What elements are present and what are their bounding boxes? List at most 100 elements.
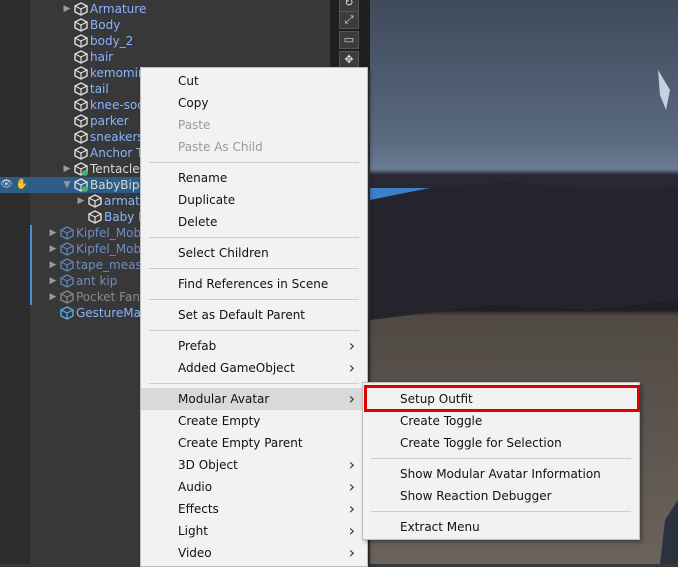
chevron-right-icon: › — [348, 358, 355, 377]
cube-icon — [74, 50, 88, 64]
menu-item-effects[interactable]: Effects › — [141, 498, 367, 520]
chevron-right-icon: › — [348, 521, 355, 540]
menu-separator — [149, 237, 359, 238]
menu-item-label: Rename — [178, 171, 228, 185]
menu-item-label: Delete — [178, 215, 218, 229]
menu-item-paste-as-child: Paste As Child — [141, 136, 367, 158]
cube-icon — [88, 210, 102, 224]
menu-item-label: Create Toggle — [400, 414, 483, 428]
triangle-right-icon[interactable]: ▼ — [62, 177, 72, 193]
menu-item-label: Create Empty — [178, 414, 261, 428]
hierarchy-row-label: ant kip — [76, 274, 118, 288]
menu-item-added-gameobject[interactable]: Added GameObject › — [141, 357, 367, 379]
hierarchy-row-label: parker — [90, 114, 129, 128]
hierarchy-row[interactable]: body_2 — [0, 33, 330, 49]
menu-item-label: Added GameObject — [178, 361, 295, 375]
cube-icon — [74, 82, 88, 96]
menu-item-label: Create Toggle for Selection — [400, 436, 562, 450]
menu-item-create-toggle[interactable]: Create Toggle — [363, 410, 639, 432]
menu-item-delete[interactable]: Delete — [141, 211, 367, 233]
menu-item-set-as-default-parent[interactable]: Set as Default Parent — [141, 304, 367, 326]
menu-item-create-empty-parent[interactable]: Create Empty Parent — [141, 432, 367, 454]
cube-icon — [74, 98, 88, 112]
eye-icon[interactable]: 👁 ✋ — [0, 177, 30, 193]
menu-separator — [149, 268, 359, 269]
menu-item-copy[interactable]: Copy — [141, 92, 367, 114]
hierarchy-row[interactable]: hair — [0, 49, 330, 65]
hierarchy-row-label: Body — [90, 18, 121, 32]
chevron-right-icon: › — [348, 543, 355, 562]
menu-separator — [149, 162, 359, 163]
triangle-right-icon[interactable]: ▶ — [48, 225, 58, 241]
menu-item-label: Select Children — [178, 246, 269, 260]
hierarchy-row-label: kemomin — [90, 66, 146, 80]
menu-item-label: Paste As Child — [178, 140, 263, 154]
menu-separator — [371, 458, 631, 459]
hierarchy-row[interactable]: Body — [0, 17, 330, 33]
chevron-right-icon: › — [348, 477, 355, 496]
menu-item-label: Extract Menu — [400, 520, 480, 534]
rect-tool-icon[interactable]: ▭ — [339, 31, 359, 49]
triangle-right-icon[interactable]: ▶ — [48, 241, 58, 257]
menu-item-modular-avatar[interactable]: Modular Avatar › — [141, 388, 367, 410]
menu-item-show-reaction-debugger[interactable]: Show Reaction Debugger — [363, 485, 639, 507]
hierarchy-row-label: GestureMa — [76, 306, 142, 320]
hierarchy-row-label: body_2 — [90, 34, 134, 48]
menu-item-label: Show Modular Avatar Information — [400, 467, 601, 481]
cube-icon — [74, 146, 88, 160]
menu-item-prefab[interactable]: Prefab › — [141, 335, 367, 357]
menu-item-create-empty[interactable]: Create Empty — [141, 410, 367, 432]
menu-item-paste: Paste — [141, 114, 367, 136]
menu-item-video[interactable]: Video › — [141, 542, 367, 564]
menu-separator — [149, 299, 359, 300]
triangle-right-icon[interactable]: ▶ — [48, 257, 58, 273]
cube-icon — [74, 130, 88, 144]
hierarchy-row-label: Tentacle — [90, 162, 140, 176]
menu-item-label: Prefab — [178, 339, 217, 353]
menu-item-label: 3D Object — [178, 458, 238, 472]
menu-item-label: Create Empty Parent — [178, 436, 303, 450]
menu-item-label: Video — [178, 546, 212, 560]
triangle-right-icon[interactable]: ▶ — [62, 1, 72, 17]
menu-item-label: Copy — [178, 96, 209, 110]
menu-item-select-children[interactable]: Select Children — [141, 242, 367, 264]
hierarchy-row-label: tape_meas — [76, 258, 142, 272]
menu-item-label: Setup Outfit — [400, 392, 473, 406]
cube-icon — [60, 226, 74, 240]
hierarchy-row-label: Pocket Fan — [76, 290, 140, 304]
menu-separator — [149, 330, 359, 331]
triangle-right-icon[interactable]: ▶ — [48, 273, 58, 289]
menu-item-label: Effects — [178, 502, 219, 516]
triangle-right-icon[interactable]: ▶ — [76, 193, 86, 209]
menu-item-3d-object[interactable]: 3D Object › — [141, 454, 367, 476]
menu-item-cut[interactable]: Cut — [141, 70, 367, 92]
prefab-override-marker — [30, 241, 32, 257]
cube-icon — [60, 242, 74, 256]
menu-item-label: Duplicate — [178, 193, 236, 207]
hierarchy-row-label: hair — [90, 50, 114, 64]
menu-item-setup-outfit[interactable]: Setup Outfit — [363, 388, 639, 410]
menu-item-audio[interactable]: Audio › — [141, 476, 367, 498]
hierarchy-row[interactable]: ▶ Armature — [0, 1, 330, 17]
menu-item-extract-menu[interactable]: Extract Menu — [363, 516, 639, 538]
scale-tool-icon[interactable]: ⤢ — [339, 11, 359, 29]
menu-item-light[interactable]: Light › — [141, 520, 367, 542]
menu-item-label: Set as Default Parent — [178, 308, 306, 322]
menu-item-show-modular-avatar-information[interactable]: Show Modular Avatar Information — [363, 463, 639, 485]
chevron-right-icon: › — [348, 336, 355, 355]
menu-item-create-toggle-for-selection[interactable]: Create Toggle for Selection — [363, 432, 639, 454]
hierarchy-row-label: Anchor T — [90, 146, 144, 160]
cube-icon — [74, 162, 88, 176]
menu-item-rename[interactable]: Rename — [141, 167, 367, 189]
scene-tool-strip: ↻ ⤢ ▭ ✥ — [330, 0, 370, 70]
menu-item-duplicate[interactable]: Duplicate — [141, 189, 367, 211]
hierarchy-row-label: knee-soc — [90, 98, 144, 112]
prefab-override-marker — [30, 257, 32, 273]
triangle-right-icon[interactable]: ▶ — [62, 161, 72, 177]
cube-icon — [60, 306, 74, 320]
cube-icon — [74, 2, 88, 16]
triangle-right-icon[interactable]: ▶ — [48, 289, 58, 305]
menu-item-find-references-in-scene[interactable]: Find References in Scene — [141, 273, 367, 295]
menu-item-label: Paste — [178, 118, 211, 132]
hierarchy-row-label: Kipfel_Mob — [76, 242, 142, 256]
